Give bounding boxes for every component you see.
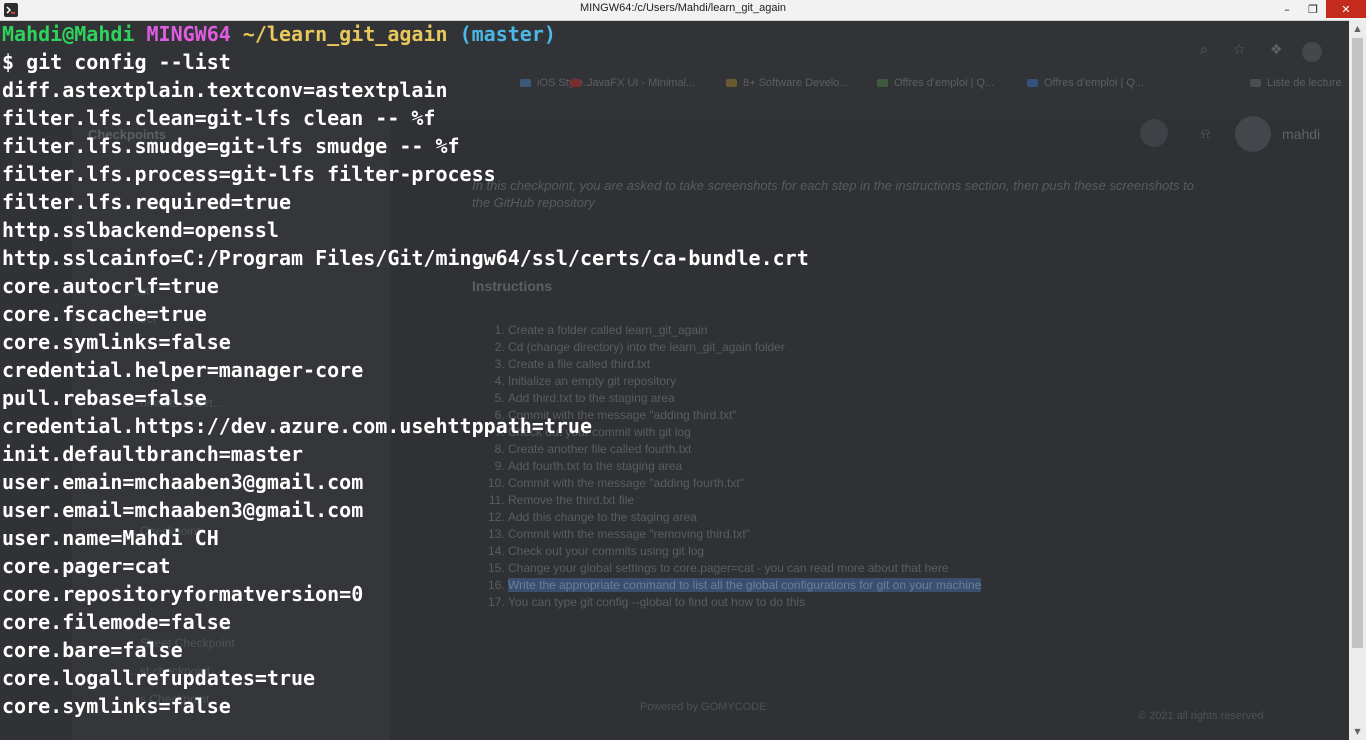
prompt-path: ~/learn_git_again [242, 22, 448, 46]
output-line: init.defaultbranch=master [2, 442, 304, 466]
scroll-up-arrow-icon[interactable]: ▲ [1349, 20, 1366, 37]
output-line: filter.lfs.required=true [2, 190, 291, 214]
output-line: filter.lfs.clean=git-lfs clean -- %f [2, 106, 436, 130]
output-line: pull.rebase=false [2, 386, 207, 410]
output-line: user.emain=mchaaben3@gmail.com [2, 470, 364, 494]
terminal-window: MINGW64:/c/Users/Mahdi/learn_git_again –… [0, 0, 1366, 740]
output-line: http.sslcainfo=C:/Program Files/Git/ming… [2, 246, 809, 270]
scrollbar-thumb[interactable] [1352, 38, 1363, 648]
minimize-icon[interactable]: – [1274, 0, 1300, 18]
close-icon[interactable]: ✕ [1326, 0, 1366, 18]
output-line: http.sslbackend=openssl [2, 218, 279, 242]
output-line: core.symlinks=false [2, 694, 231, 718]
terminal-scrollbar[interactable]: ▲ ▼ [1349, 20, 1366, 740]
output-line: core.filemode=false [2, 610, 231, 634]
shell-prompt: Mahdi@Mahdi MINGW64 ~/learn_git_again (m… [2, 20, 556, 48]
output-line: filter.lfs.process=git-lfs filter-proces… [2, 162, 496, 186]
output-line: core.fscache=true [2, 302, 207, 326]
maximize-icon[interactable]: ❐ [1300, 0, 1326, 18]
output-line: diff.astextplain.textconv=astextplain [2, 78, 448, 102]
prompt-branch: (master) [459, 22, 556, 46]
output-line: core.pager=cat [2, 554, 171, 578]
title-bar: MINGW64:/c/Users/Mahdi/learn_git_again –… [0, 0, 1366, 21]
output-line: core.symlinks=false [2, 330, 231, 354]
output-line: user.name=Mahdi CH [2, 526, 219, 550]
output-line: core.logallrefupdates=true [2, 666, 316, 690]
window-controls: – ❐ ✕ [1274, 0, 1366, 20]
prompt-user-host: Mahdi@Mahdi [2, 22, 135, 46]
output-line: user.email=mchaaben3@gmail.com [2, 498, 364, 522]
output-line: filter.lfs.smudge=git-lfs smudge -- %f [2, 134, 460, 158]
prompt-system: MINGW64 [146, 22, 231, 46]
output-line: core.bare=false [2, 638, 183, 662]
scroll-down-arrow-icon[interactable]: ▼ [1349, 723, 1366, 740]
output-line: credential.helper=manager-core [2, 358, 364, 382]
output-line: core.autocrlf=true [2, 274, 219, 298]
terminal-output[interactable]: Mahdi@Mahdi MINGW64 ~/learn_git_again (m… [0, 20, 1366, 740]
command-line: $ git config --list [2, 50, 231, 74]
output-line: core.repositoryformatversion=0 [2, 582, 364, 606]
output-line: credential.https://dev.azure.com.usehttp… [2, 414, 593, 438]
window-title: MINGW64:/c/Users/Mahdi/learn_git_again [579, 2, 787, 14]
